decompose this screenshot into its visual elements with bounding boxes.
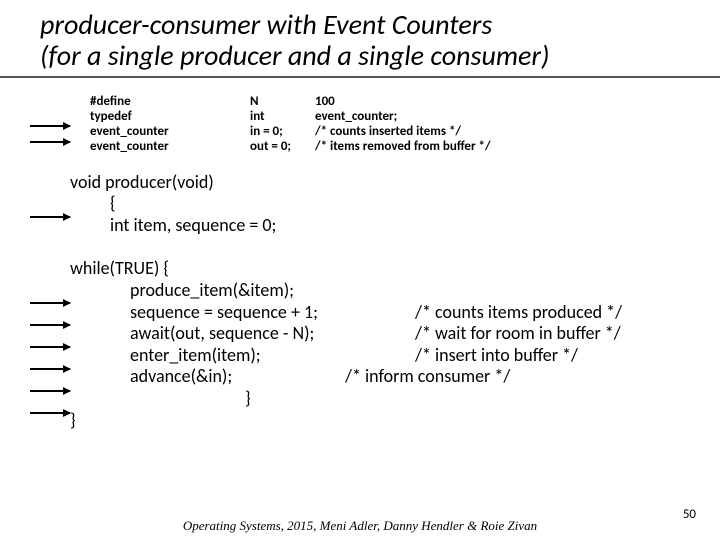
stmt: sequence = sequence + 1;: [130, 301, 318, 323]
code-line: sequence = sequence + 1; /* counts items…: [70, 302, 720, 324]
decl-mid: out = 0;: [250, 139, 315, 154]
comment: /* insert into buffer */: [415, 345, 578, 367]
code-line: void producer(void): [70, 172, 720, 194]
code-line: {: [70, 193, 720, 215]
decl-val: /* items removed from buffer */: [315, 139, 491, 154]
code-line: }: [70, 388, 720, 410]
stmt: enter_item(item);: [130, 344, 261, 366]
code-block: void producer(void) { int item, sequence…: [0, 154, 720, 432]
arrow-icon: [30, 390, 70, 392]
decl-kw: typedef: [90, 109, 250, 124]
code-line: enter_item(item); /* insert into buffer …: [70, 345, 720, 367]
arrow-icon: [30, 302, 70, 304]
stmt: advance(&in);: [130, 365, 232, 387]
decl-row: event_counter out = 0; /* items removed …: [0, 139, 720, 154]
decl-val: 100: [315, 94, 335, 109]
decl-kw: event_counter: [90, 139, 250, 154]
blank-line: [70, 236, 720, 258]
comment: /* wait for room in buffer */: [415, 323, 621, 345]
code-line: }: [70, 410, 720, 432]
arrow-icon: [30, 125, 70, 127]
decl-kw: event_counter: [90, 124, 250, 139]
decl-row: typedef int event_counter;: [0, 109, 720, 124]
decl-mid: N: [250, 94, 315, 109]
page-number: 50: [683, 507, 696, 522]
code-line: while(TRUE) {: [70, 258, 720, 280]
code-line: advance(&in); /* inform consumer */: [70, 366, 720, 388]
decl-row: event_counter in = 0; /* counts inserted…: [0, 124, 720, 139]
comment: /* counts items produced */: [415, 302, 622, 324]
decl-kw: #define: [90, 94, 250, 109]
decl-val: /* counts inserted items */: [315, 124, 461, 139]
code-line: produce_item(&item);: [70, 280, 720, 302]
decl-mid: in = 0;: [250, 124, 315, 139]
arrow-icon: [30, 368, 70, 370]
comment: /* inform consumer */: [345, 366, 510, 388]
decl-mid: int: [250, 109, 315, 124]
code-line: int item, sequence = 0;: [70, 215, 720, 237]
title-line-2: (for a single producer and a single cons…: [40, 38, 549, 73]
arrow-icon: [30, 216, 70, 218]
arrow-icon: [30, 324, 70, 326]
arrow-icon: [30, 412, 70, 414]
decl-row: #define N 100: [0, 94, 720, 109]
arrow-icon: [30, 141, 70, 143]
code-line: await(out, sequence - N); /* wait for ro…: [70, 323, 720, 345]
slide-title: producer-consumer with Event Counters (f…: [0, 0, 720, 78]
title-line-1: producer-consumer with Event Counters: [40, 7, 492, 42]
arrow-icon: [30, 346, 70, 348]
stmt: await(out, sequence - N);: [130, 322, 314, 344]
decl-val: event_counter;: [315, 109, 397, 124]
footer-text: Operating Systems, 2015, Meni Adler, Dan…: [0, 518, 720, 534]
